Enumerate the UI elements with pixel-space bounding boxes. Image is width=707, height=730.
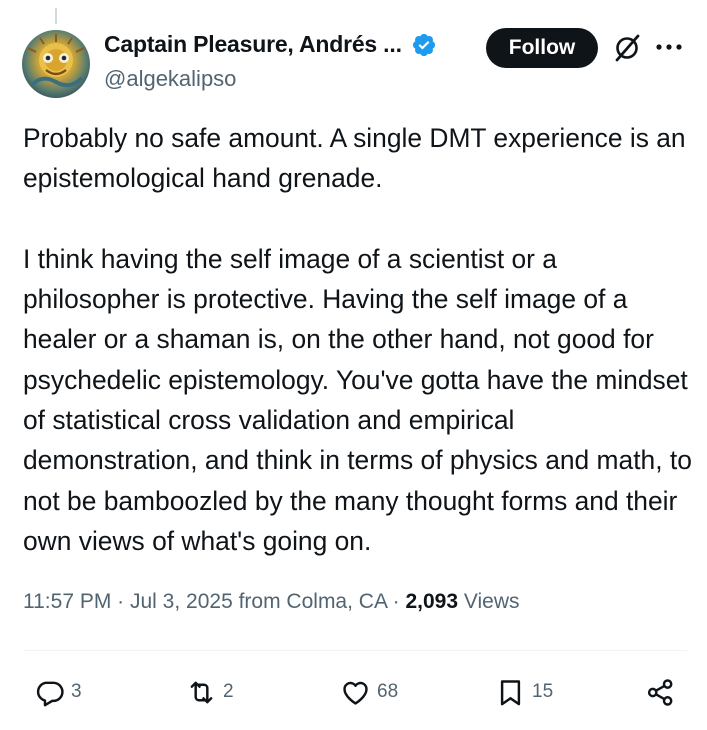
- views-label: Views: [463, 590, 520, 613]
- repost-count: 2: [223, 681, 234, 702]
- tweet-text: Probably no safe amount. A single DMT ex…: [23, 118, 693, 561]
- divider: [23, 650, 687, 651]
- share-button[interactable]: [645, 668, 676, 716]
- reply-icon: [36, 681, 64, 706]
- reply-count: 3: [71, 681, 82, 702]
- thread-connector-line: [55, 8, 57, 24]
- tweet-paragraph: Probably no safe amount. A single DMT ex…: [23, 123, 686, 194]
- meta-separator: ·: [117, 590, 130, 613]
- follow-button[interactable]: Follow: [486, 28, 598, 68]
- meta-separator: ·: [392, 590, 406, 613]
- verified-badge-icon: [412, 33, 435, 56]
- tweet-date[interactable]: Jul 3, 2025: [130, 590, 233, 613]
- grok-icon[interactable]: [612, 33, 642, 63]
- like-count: 68: [377, 681, 399, 702]
- bookmark-button[interactable]: 15: [495, 668, 553, 716]
- author-display-name[interactable]: Captain Pleasure, Andrés ...: [104, 31, 402, 58]
- tweet-metadata: 11:57 PM · Jul 3, 2025 from Colma, CA · …: [23, 590, 520, 614]
- more-icon[interactable]: [654, 37, 684, 57]
- tweet-paragraph: I think having the self image of a scien…: [23, 243, 692, 556]
- action-bar: 3 2 68 15: [0, 668, 707, 716]
- reply-button[interactable]: 3: [34, 668, 82, 716]
- tweet-location: from Colma, CA: [238, 590, 387, 613]
- repost-icon: [190, 681, 213, 703]
- repost-button[interactable]: 2: [186, 668, 234, 716]
- bookmark-icon: [500, 679, 521, 705]
- share-icon: [647, 678, 673, 706]
- like-button[interactable]: 68: [340, 668, 398, 716]
- bookmark-count: 15: [532, 681, 554, 702]
- author-handle[interactable]: @algekalipso: [104, 66, 236, 92]
- heart-icon: [343, 681, 368, 705]
- tweet-time[interactable]: 11:57 PM: [23, 590, 111, 613]
- avatar[interactable]: [22, 30, 90, 98]
- avatar-image: [22, 30, 90, 98]
- views-count: 2,093: [405, 590, 459, 613]
